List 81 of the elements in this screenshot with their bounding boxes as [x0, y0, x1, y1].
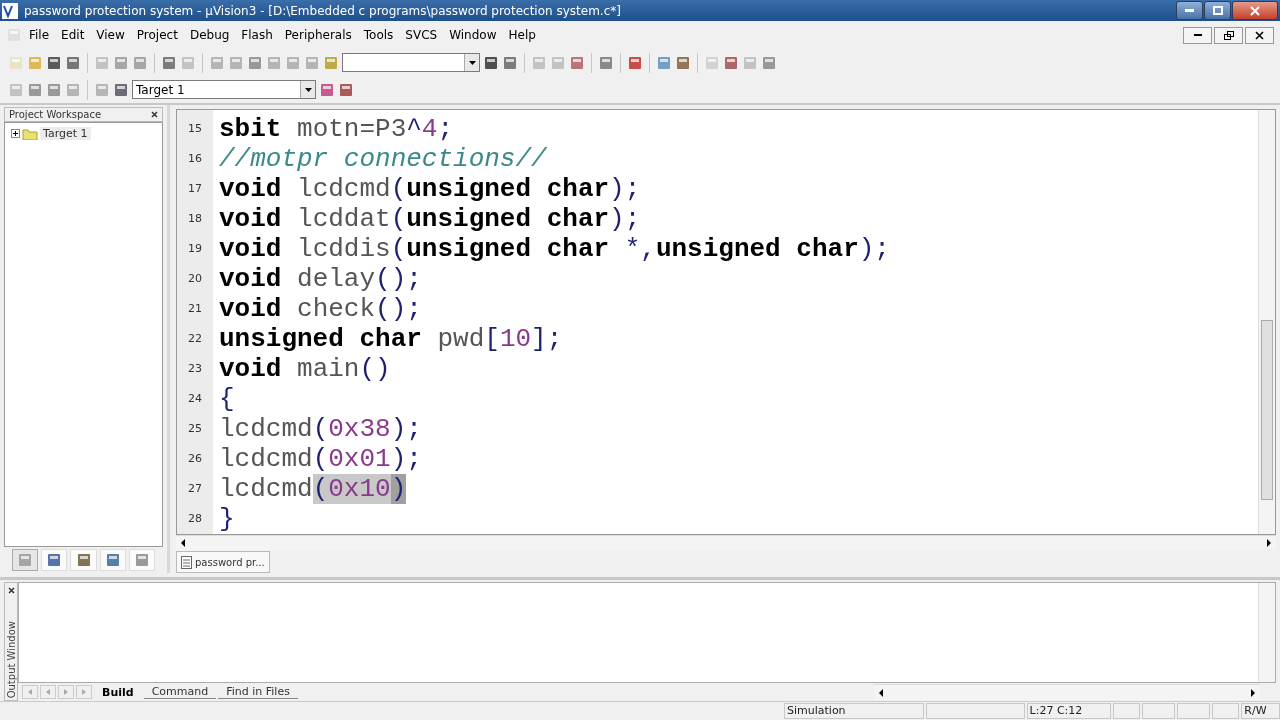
minimize-button[interactable] [1183, 26, 1212, 44]
line-number: 18 [187, 211, 203, 227]
status-cell: R/W [1241, 702, 1280, 719]
panel-title: Output Window [5, 619, 17, 700]
vertical-scrollbar[interactable] [1258, 110, 1275, 534]
file-tab[interactable]: password pr... [176, 551, 270, 573]
line-number: 22 [187, 331, 203, 347]
code-line: void delay(); [219, 264, 422, 294]
output-tab[interactable]: Command [143, 685, 217, 699]
folder-icon [22, 127, 38, 140]
line-number: 21 [187, 301, 203, 317]
code-line: void check(); [219, 294, 422, 324]
line-number: 24 [187, 391, 203, 407]
expand-icon[interactable] [11, 129, 20, 138]
tab-scroll-button[interactable] [40, 685, 56, 699]
status-cell: Simulation [784, 702, 925, 719]
menu-item[interactable]: Edit [56, 26, 90, 44]
minimize-button[interactable] [1176, 1, 1203, 20]
close-button[interactable] [1245, 26, 1274, 44]
code-line: sbit motn=P3^4; [219, 114, 454, 144]
code-line: void lcddat(unsigned char); [219, 204, 641, 234]
line-number: 28 [187, 511, 203, 527]
line-number: 19 [187, 241, 203, 257]
code-line: void lcddis(unsigned char *,unsigned char); [219, 234, 890, 264]
code-line: //motpr connections// [219, 144, 547, 174]
code-line: unsigned char pwd[10]; [219, 324, 563, 354]
tab-scroll-button[interactable] [22, 685, 38, 699]
menu-item[interactable]: Debug [184, 26, 235, 44]
maximize-icon [1212, 6, 1223, 15]
app-logo-icon [2, 2, 18, 19]
code-line: lcdcmd(0x10) [219, 474, 407, 504]
dropdown-arrow-icon [304, 87, 312, 92]
code-line: void lcdcmd(unsigned char); [219, 174, 641, 204]
code-line: } [219, 504, 235, 534]
dropdown-arrow-icon [468, 60, 476, 65]
horizontal-scrollbar[interactable] [176, 535, 1276, 550]
maximize-button[interactable] [1204, 1, 1231, 20]
menu-item[interactable]: Peripherals [279, 26, 357, 44]
menu-item[interactable]: Tools [358, 26, 399, 44]
menu-item[interactable]: File [24, 26, 55, 44]
restore-button[interactable] [1214, 26, 1243, 44]
tab-scroll-button[interactable] [58, 685, 74, 699]
find-field[interactable] [342, 53, 480, 72]
panel-title: Project Workspace [9, 109, 102, 120]
menu-item[interactable]: View [91, 26, 130, 44]
close-icon [1250, 5, 1260, 16]
menu-item[interactable]: Help [503, 26, 541, 44]
line-number: 23 [187, 361, 203, 377]
menu-item[interactable]: SVCS [400, 26, 443, 44]
window-title: password protection system - µVision3 - [D:\Embedded c programs\password protection system.c*] [24, 3, 622, 18]
close-icon[interactable] [151, 111, 158, 118]
line-number: 15 [187, 121, 203, 137]
menu-item[interactable]: Window [444, 26, 502, 44]
close-icon [1255, 30, 1264, 40]
line-number: 16 [187, 151, 203, 167]
close-button[interactable] [1232, 1, 1278, 20]
code-line: lcdcmd(0x01); [219, 444, 422, 474]
line-number: 20 [187, 271, 203, 287]
target-select[interactable]: Target 1 [132, 80, 316, 99]
tree-item[interactable]: Target 1 [40, 127, 91, 140]
line-number: 25 [187, 421, 203, 437]
minimize-icon [1193, 34, 1202, 36]
restore-icon [1223, 30, 1234, 40]
line-number: 26 [187, 451, 203, 467]
tab-scroll-button[interactable] [76, 685, 92, 699]
horizontal-scrollbar[interactable] [874, 684, 1260, 700]
code-editor[interactable] [176, 109, 1276, 535]
vertical-scrollbar[interactable] [1258, 583, 1275, 682]
line-number: 27 [187, 481, 203, 497]
minimize-icon [1185, 9, 1194, 12]
close-icon[interactable] [7, 587, 15, 594]
line-number: 17 [187, 181, 203, 197]
menu-item[interactable]: Flash [236, 26, 278, 44]
code-line: void main() [219, 354, 391, 384]
panel-tab[interactable] [12, 549, 39, 571]
code-line: lcdcmd(0x38); [219, 414, 422, 444]
menu-item[interactable]: Project [131, 26, 183, 44]
status-cell: L:27 C:12 [1026, 702, 1112, 719]
code-line: { [219, 384, 235, 414]
output-tab[interactable]: Build [94, 685, 142, 699]
output-tab[interactable]: Find in Files [218, 685, 298, 699]
